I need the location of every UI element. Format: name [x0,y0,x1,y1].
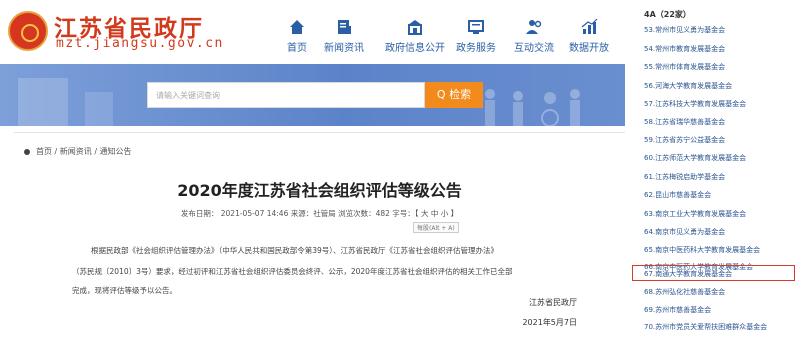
breadcrumb-text[interactable]: 首页 / 新闻资讯 / 通知公告 [36,147,132,156]
shortcut-tooltip: 每股(Alt + A) [413,222,459,233]
article-paragraph-line: （苏民规〔2010〕3号）要求，经过初评和江苏省社会组织评估委员会终评、公示，2… [72,267,513,276]
article-paragraph-line: 根据民政部《社会组织评估管理办法》（中华人民共和国民政部令第39号）、江苏省民政… [91,246,499,255]
list-heading: 4A（22家） [644,10,691,19]
nav-label: 政府信息公开 [385,43,445,54]
list-item[interactable]: 64.南京市见义勇为基金会 [644,227,725,237]
signature-date: 2021年5月7日 [522,318,577,327]
monitor-icon [468,20,484,34]
list-item[interactable]: 57.江苏科技大学教育发展基金会 [644,99,746,109]
news-icon [338,20,351,34]
nav-open-data[interactable]: 数据开放 [557,18,621,54]
signature-org: 江苏省民政厅 [529,298,577,307]
list-item[interactable]: 68.苏州弘化社慈善基金会 [644,287,725,297]
list-item[interactable]: 60.江苏师范大学教育发展基金会 [644,153,746,163]
org-list-panel: 4A（22家） 53.常州市见义勇为基金会 54.常州市教育发展基金会 55.常… [625,0,801,338]
site-header: 江苏省民政厅 mzt.jiangsu.gov.cn 首页 新闻资讯 政府信息公开… [0,0,625,64]
list-item[interactable]: 61.江苏梅锐启助学基金会 [644,172,725,182]
emblem-icon[interactable] [8,11,48,51]
list-item[interactable]: 56.河海大学教育发展基金会 [644,81,732,91]
list-item[interactable]: 58.江苏省瑞华慈善基金会 [644,117,725,127]
banner-people-graphic [485,89,580,126]
main-page: 江苏省民政厅 mzt.jiangsu.gov.cn 首页 新闻资讯 政府信息公开… [0,0,625,339]
list-item[interactable]: 63.南京工业大学教育发展基金会 [644,209,746,219]
list-item[interactable]: 70.苏州市党员关爱帮扶困难群众基金会 [644,322,767,332]
list-item[interactable]: 69.苏州市慈善基金会 [644,305,711,315]
nav-label: 新闻资讯 [324,43,364,54]
article-meta: 发布日期： 2021-05-07 14:46 来源：社管局 浏览次数：482 字… [180,209,459,218]
search-input[interactable]: 请输入关键词查询 [147,82,425,108]
building-icon [408,20,422,35]
people-icon [526,20,542,34]
banner-building-graphic [85,92,113,126]
location-pin-icon [24,148,30,155]
search-banner: 请输入关键词查询 Q 检索 [0,64,625,126]
list-item[interactable]: 65.南京中医药科大学教育发展基金会 [644,245,760,255]
list-item[interactable]: 59.江苏省苏宁公益基金会 [644,135,725,145]
list-item[interactable]: 54.常州市教育发展基金会 [644,44,725,54]
article-title: 2020年度江苏省社会组织评估等级公告 [177,181,462,200]
list-item[interactable]: 62.昆山市慈善基金会 [644,190,711,200]
home-icon [290,20,304,34]
nav-label: 数据开放 [569,43,609,54]
list-item-highlighted[interactable]: 67.南通大学教育发展基金会 [644,269,732,279]
search-button[interactable]: Q 检索 [425,82,483,108]
banner-building-graphic [18,78,68,126]
nav-services[interactable]: 政务服务 [444,18,508,54]
article-paragraph-line: 完成，现将评估等级予以公告。 [72,286,177,295]
nav-news[interactable]: 新闻资讯 [312,18,376,54]
nav-label: 政务服务 [456,43,496,54]
list-item[interactable]: 55.常州市体育发展基金会 [644,62,725,72]
nav-gov-info[interactable]: 政府信息公开 [383,18,447,54]
site-url: mzt.jiangsu.gov.cn [56,36,224,51]
breadcrumb[interactable]: 首页 / 新闻资讯 / 通知公告 [24,146,132,157]
article-panel: 首页 / 新闻资讯 / 通知公告 2020年度江苏省社会组织评估等级公告 发布日… [14,132,625,339]
list-item[interactable]: 53.常州市见义勇为基金会 [644,25,725,35]
chart-icon [581,18,598,34]
